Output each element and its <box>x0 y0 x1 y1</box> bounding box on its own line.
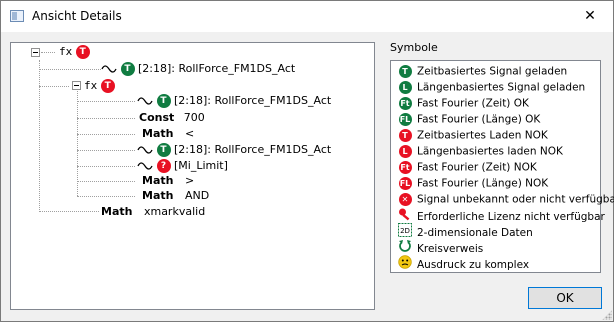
time-signal-loaded-icon: T <box>397 63 413 80</box>
too-complex-face-icon <box>397 255 413 275</box>
legend-item: L Längenbasiertes Signal geladen <box>397 79 585 96</box>
tree-line <box>77 150 135 151</box>
tree-node-function[interactable]: fx T <box>84 77 115 95</box>
legend-text: Fast Fourier (Zeit) NOK <box>417 161 537 174</box>
legend-item: Erforderliche Lizenz nicht verfügbar <box>397 207 605 224</box>
tree-line <box>77 134 135 135</box>
node-keyword: Math <box>142 127 174 140</box>
tree-line <box>77 101 135 102</box>
length-signal-loaded-icon: L <box>397 79 413 96</box>
tree-line <box>41 52 55 53</box>
tree-line <box>39 211 99 212</box>
length-load-nok-icon: L <box>397 143 413 160</box>
legend-text: Längenbasiertes Signal geladen <box>417 81 586 94</box>
collapse-toggle[interactable] <box>31 48 40 57</box>
node-keyword: Const <box>139 111 175 124</box>
node-text: > <box>184 174 195 187</box>
tree-line <box>77 166 135 167</box>
expression-tree[interactable]: fx T T [2:18]: RollForce_FM1DS_Act fx T … <box>10 42 375 310</box>
legend-item: Ausdruck zu komplex <box>397 255 529 272</box>
title-bar: Ansicht Details ✕ <box>1 1 613 32</box>
function-icon: fx <box>84 79 98 92</box>
node-text: [2:18]: RollForce_FM1DS_Act <box>174 143 332 156</box>
tree-node-math[interactable]: Math xmarkvalid <box>101 203 205 221</box>
signal-wave-icon <box>137 162 153 170</box>
node-text: xmarkvalid <box>143 205 206 218</box>
close-button[interactable]: ✕ <box>567 1 613 32</box>
node-keyword: Math <box>101 205 133 218</box>
tree-line <box>39 60 40 212</box>
symbols-legend: T Zeitbasiertes Signal geladen L Längenbasi… <box>390 60 614 273</box>
node-text: [2:18]: RollForce_FM1DS_Act <box>174 94 332 107</box>
tree-line <box>39 69 101 70</box>
collapse-toggle[interactable] <box>72 81 81 90</box>
signal-wave-icon <box>137 146 153 154</box>
fft-length-nok-icon: FL <box>398 176 412 190</box>
legend-item: T Zeitbasiertes Signal geladen <box>397 63 567 80</box>
legend-text: Fast Fourier (Länge) NOK <box>417 177 549 190</box>
function-icon: fx <box>59 45 73 58</box>
fft-time-ok-icon: Ft <box>398 96 412 110</box>
time-signal-loaded-icon: T <box>156 143 171 157</box>
signal-wave-icon <box>137 97 153 105</box>
legend-item: T Zeitbasiertes Laden NOK <box>397 127 548 144</box>
legend-item: ✕ Signal unbekannt oder nicht verfügbar <box>397 191 614 208</box>
tree-node-signal[interactable]: T [2:18]: RollForce_FM1DS_Act <box>137 92 331 110</box>
legend-item: L Längenbasiertes laden NOK <box>397 143 563 160</box>
svg-text:2D: 2D <box>400 227 410 235</box>
tree-node-root[interactable]: fx T <box>59 43 90 61</box>
legend-item: Kreisverweis <box>397 239 483 256</box>
fft-length-ok-icon: FL <box>398 112 412 126</box>
time-load-nok-icon: T <box>397 127 413 144</box>
tree-line <box>77 181 135 182</box>
node-keyword: Math <box>142 174 174 187</box>
window-icon <box>10 10 24 22</box>
legend-text: Fast Fourier (Länge) OK <box>417 113 541 126</box>
legend-item: FL Fast Fourier (Länge) NOK <box>397 175 548 192</box>
signal-unknown-icon: ✕ <box>397 191 413 208</box>
tree-line <box>77 196 135 197</box>
tree-line <box>39 86 69 87</box>
legend-text: Zeitbasiertes Laden NOK <box>417 129 548 142</box>
signal-unknown-icon: ? <box>156 159 171 173</box>
legend-text: Signal unbekannt oder nicht verfügbar <box>417 193 614 206</box>
ok-button[interactable]: OK <box>528 287 602 309</box>
time-load-nok-icon: T <box>75 45 90 59</box>
legend-text: Ausdruck zu komplex <box>417 259 530 271</box>
legend-item: 2D 2-dimensionale Daten <box>397 223 533 240</box>
time-signal-loaded-icon: T <box>156 94 171 108</box>
legend-text: Längenbasiertes laden NOK <box>417 145 563 158</box>
time-signal-loaded-icon: T <box>120 62 135 76</box>
time-load-nok-icon: T <box>100 79 115 93</box>
window-title: Ansicht Details <box>32 9 122 23</box>
legend-text: 2-dimensionale Daten <box>417 227 533 239</box>
legend-item: FL Fast Fourier (Länge) OK <box>397 111 540 128</box>
node-text: [Mi_Limit] <box>174 159 228 172</box>
signal-wave-icon <box>101 65 117 73</box>
node-text: 700 <box>183 111 205 124</box>
legend-text: Fast Fourier (Zeit) OK <box>417 97 529 110</box>
legend-text: Zeitbasiertes Signal geladen <box>417 65 568 78</box>
legend-text: Kreisverweis <box>417 243 484 255</box>
tree-node-signal[interactable]: T [2:18]: RollForce_FM1DS_Act <box>101 60 295 78</box>
tree-line <box>77 118 135 119</box>
node-text: [2:18]: RollForce_FM1DS_Act <box>138 62 296 75</box>
legend-item: Ft Fast Fourier (Zeit) NOK <box>397 159 537 176</box>
node-text: < <box>184 127 195 140</box>
node-text: AND <box>184 189 210 202</box>
legend-text: Erforderliche Lizenz nicht verfügbar <box>417 211 605 223</box>
node-keyword: Math <box>142 189 174 202</box>
fft-time-nok-icon: Ft <box>398 160 412 174</box>
symbols-label: Symbole <box>390 41 438 54</box>
legend-item: Ft Fast Fourier (Zeit) OK <box>397 95 529 112</box>
